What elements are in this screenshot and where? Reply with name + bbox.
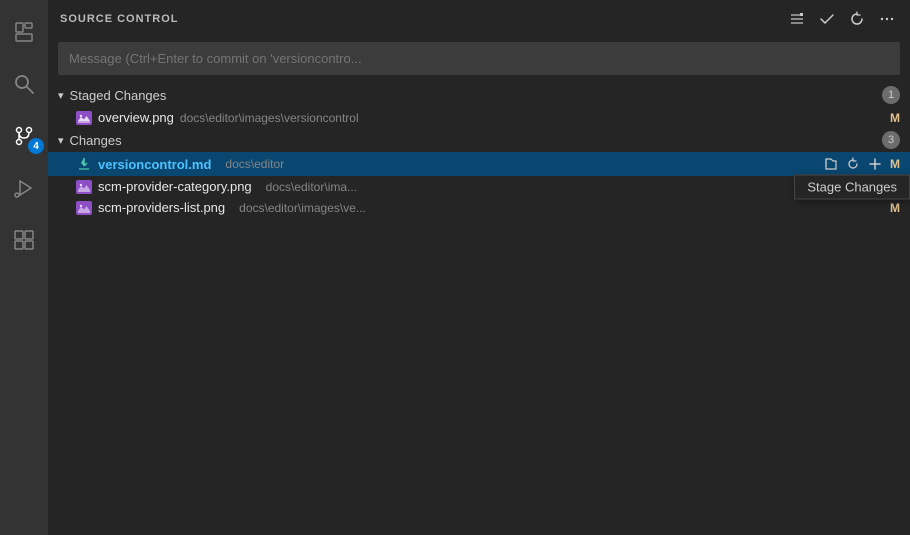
stage-changes-icon[interactable] — [866, 155, 884, 173]
changes-section-header[interactable]: ▾ Changes 3 — [48, 128, 910, 152]
image-file-icon — [76, 111, 92, 125]
markdown-file-icon — [76, 156, 92, 172]
file-path-overview-png: docs\editor\images\versioncontrol — [180, 111, 880, 125]
changes-label: Changes — [70, 133, 878, 148]
discard-changes-icon[interactable] — [844, 155, 862, 173]
stage-changes-menu-item[interactable]: Stage Changes — [807, 179, 897, 194]
staged-changes-count: 1 — [882, 86, 900, 104]
file-row-versioncontrol-md[interactable]: versioncontrol.md docs\editor — [48, 152, 910, 176]
file-row-overview-png[interactable]: overview.png docs\editor\images\versionc… — [48, 107, 910, 128]
changes-chevron: ▾ — [58, 134, 64, 147]
file-path-versioncontrol-md: docs\editor — [225, 157, 816, 171]
image-file-icon-2 — [76, 180, 92, 194]
refresh-button[interactable] — [846, 8, 868, 30]
staged-changes-chevron: ▾ — [58, 89, 64, 102]
open-file-icon[interactable] — [822, 155, 840, 173]
staged-changes-label: Staged Changes — [70, 88, 878, 103]
file-name-scm-provider-category: scm-provider-category.png — [98, 179, 252, 194]
staged-changes-section-header[interactable]: ▾ Staged Changes 1 — [48, 83, 910, 107]
source-control-header: SOURCE CONTROL — [48, 0, 910, 38]
source-control-actions — [786, 8, 898, 30]
file-path-scm-providers-list: docs\editor\images\ve... — [239, 201, 880, 215]
more-actions-button[interactable] — [876, 8, 898, 30]
image-file-icon-3 — [76, 201, 92, 215]
main-panel: SOURCE CONTROL — [48, 0, 910, 535]
file-row-scm-providers-list[interactable]: scm-providers-list.png docs\editor\image… — [48, 197, 910, 218]
file-tree: ▾ Staged Changes 1 overview.png docs\edi… — [48, 83, 910, 535]
commit-button[interactable] — [816, 8, 838, 30]
activity-bar: 4 — [0, 0, 48, 535]
file-status-scm-providers-list: M — [890, 201, 900, 215]
stage-changes-context-menu[interactable]: Stage Changes — [794, 174, 910, 199]
list-view-button[interactable] — [786, 8, 808, 30]
changes-count: 3 — [882, 131, 900, 149]
file-name-versioncontrol-md: versioncontrol.md — [98, 157, 211, 172]
source-control-badge: 4 — [28, 138, 44, 154]
file-name-overview-png: overview.png — [98, 110, 174, 125]
activity-icon-extensions[interactable] — [0, 216, 48, 264]
activity-icon-source-control[interactable]: 4 — [0, 112, 48, 160]
file-name-scm-providers-list: scm-providers-list.png — [98, 200, 225, 215]
activity-icon-search[interactable] — [0, 60, 48, 108]
source-control-title: SOURCE CONTROL — [60, 13, 179, 25]
file-status-versioncontrol-md: M — [890, 157, 900, 171]
activity-icon-explorer[interactable] — [0, 8, 48, 56]
message-input-container — [58, 42, 900, 75]
activity-icon-run[interactable] — [0, 164, 48, 212]
commit-message-input[interactable] — [58, 42, 900, 75]
versioncontrol-md-actions: M — [822, 155, 900, 173]
file-status-overview-png: M — [890, 111, 900, 125]
file-row-scm-provider-category[interactable]: scm-provider-category.png docs\editor\im… — [48, 176, 910, 197]
